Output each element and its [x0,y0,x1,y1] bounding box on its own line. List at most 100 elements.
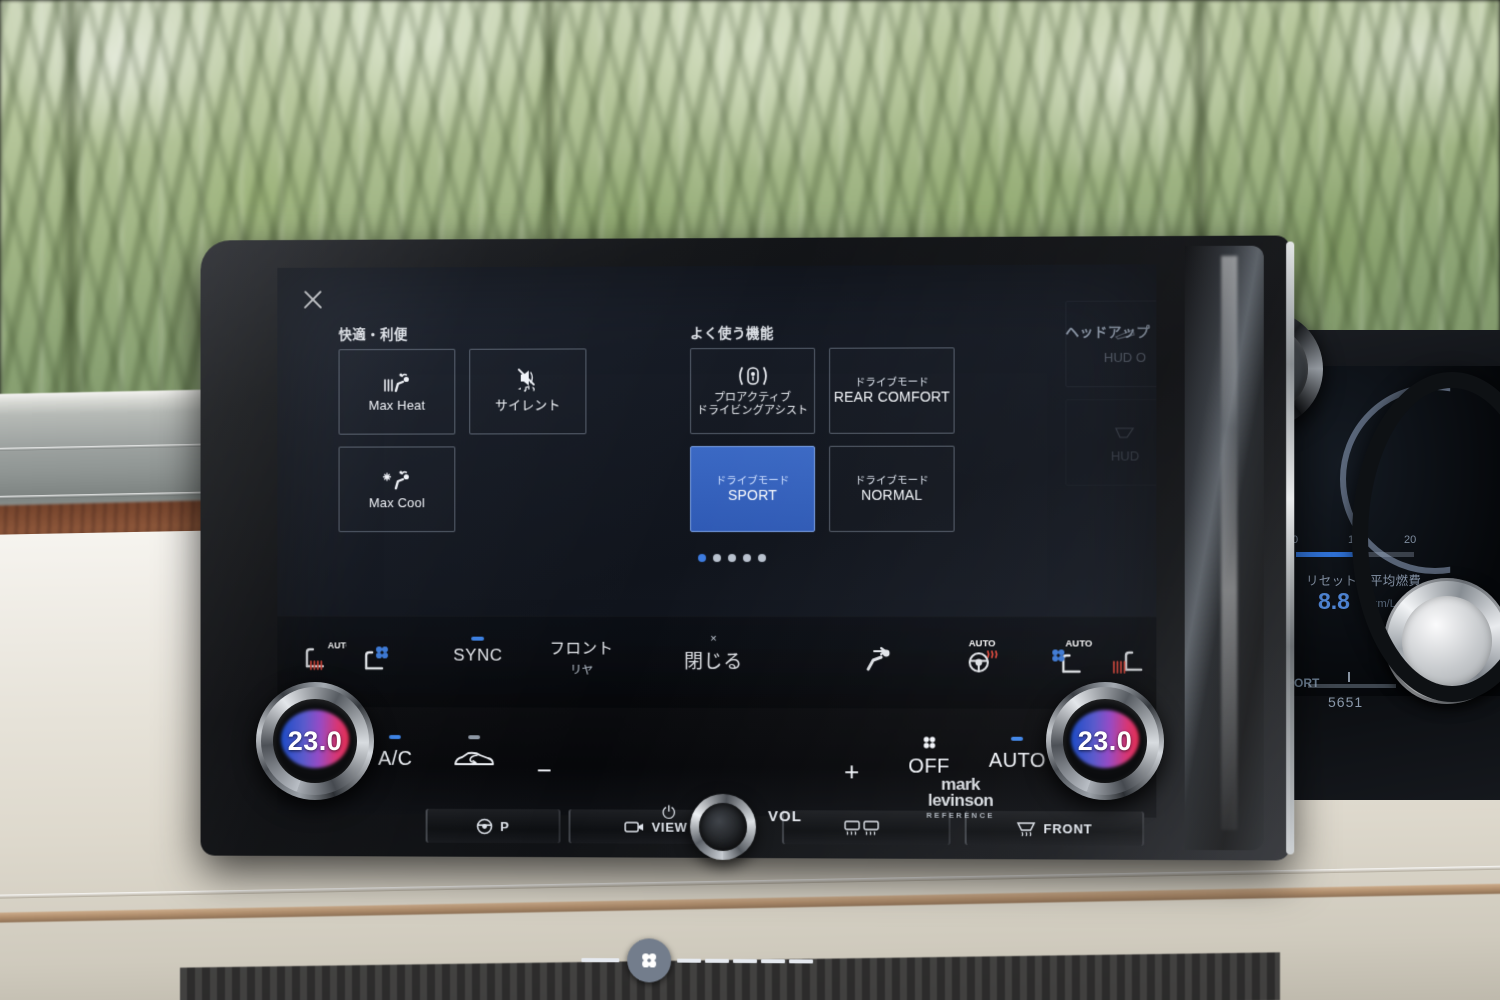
steering-p-icon [476,817,493,834]
mark-levinson-logo: mark levinson REFERENCE [926,775,995,821]
tile-max-cool[interactable]: Max Cool [338,446,456,533]
fan-seg-track-left [581,958,620,963]
fan-increase-button[interactable]: + [844,756,860,787]
tile-label: プロアクティブ ドライビングアシスト [696,391,809,417]
fan-plus-label: + [844,756,860,787]
svg-text:AUTO: AUTO [328,640,347,650]
section-title-frequent: よく使う機能 [690,325,775,342]
infotainment-display: 快適・利便 Max Heat サイレント Max Cool よく使う機能 プロア… [277,264,1157,709]
tile-drive-mode-normal[interactable]: ドライブモード NORMAL [829,445,955,532]
frequent-tile-grid: プロアクティブ ドライビングアシスト ドライブモード REAR COMFORT … [690,347,955,533]
tile-label: HUD O [1103,349,1147,366]
brand-line-2: levinson [927,790,994,811]
page-dot-3[interactable] [728,553,737,562]
page-indicator-dots[interactable] [698,553,766,563]
passenger-seat-heater-button[interactable] [1108,644,1148,676]
tile-hud-settings[interactable]: HUD [1065,399,1157,486]
brand-line-3: REFERENCE [926,810,995,821]
tile-label: REAR COMFORT [833,388,950,406]
volume-label: VOL [768,808,802,826]
svg-text:AUTO: AUTO [1065,638,1092,649]
close-panel-button[interactable]: × 閉じる [684,633,743,674]
sync-button[interactable]: SYNC [453,636,503,666]
fan-decrease-button[interactable]: − [537,755,552,786]
tile-drive-mode-rear-comfort[interactable]: ドライブモード REAR COMFORT [829,347,955,434]
park-label: P [500,818,510,834]
seat-heater-icon [380,371,414,393]
page-dot-4[interactable] [742,554,751,563]
car-recirculate-icon [451,748,497,770]
close-label: 閉じる [684,651,743,674]
recirculate-led-indicator [468,735,481,740]
section-title-comfort: 快適・利便 [338,327,408,343]
driver-seat-ventilation-button[interactable] [360,642,400,672]
steering-heater-button[interactable]: AUTO [961,635,1007,675]
seat-cooler-icon [380,468,414,490]
close-x-icon[interactable] [299,286,327,314]
page-dot-5[interactable] [757,554,766,563]
passenger-temperature-knob[interactable]: 23.0 [1046,682,1164,800]
tree-trunk [60,0,82,420]
fan-seg-2 [705,958,730,963]
comfort-tile-grid: Max Heat サイレント Max Cool [338,348,587,533]
power-symbol-icon[interactable]: ⏻ [662,804,675,824]
hud-icon [1113,421,1137,443]
page-dot-1[interactable] [698,553,707,562]
airflow-person-icon [864,643,890,673]
passenger-temp-value: 23.0 [1077,725,1133,756]
tile-silent[interactable]: サイレント [469,348,587,435]
svg-text:AUTO: AUTO [969,638,996,649]
fan-icon [642,953,657,968]
fan-seg-1 [677,958,702,963]
seat-fan-icon [360,646,389,672]
airflow-mode-button[interactable] [864,643,902,673]
seat-fan-icon: AUTO [1052,638,1092,675]
rear-label: リヤ [570,664,594,677]
park-button[interactable]: P [425,808,561,844]
driver-temp-display: 23.0 [273,699,357,783]
passenger-seat-ventilation-button[interactable]: AUTO [1047,635,1093,675]
ac-led-indicator [389,735,402,740]
climate-off-button[interactable]: OFF [908,734,950,778]
steering-heat-icon: AUTO [961,638,1007,675]
tile-label: HUD [1110,448,1140,464]
ac-label: A/C [378,747,413,770]
tile-max-heat[interactable]: Max Heat [338,348,456,435]
tile-label: Max Heat [368,397,426,413]
tile-sublabel: ドライブモード [715,474,790,487]
tile-label: サイレント [494,397,561,413]
front-rear-airflow-button[interactable]: フロント リヤ [550,637,614,678]
driver-temperature-knob[interactable]: 23.0 [256,682,374,800]
rear-defogger-icon [843,819,883,835]
sync-indicator [471,636,485,641]
fan-speed-slider[interactable] [581,938,817,983]
recirculate-button[interactable] [451,735,497,770]
page-dot-2[interactable] [713,553,722,562]
driver-temp-value: 23.0 [287,725,343,756]
mute-silent-icon [508,370,548,392]
climate-touch-bar: AUTO SYNC フロント リヤ × 閉じる AUTO AUTO [277,615,1157,709]
fan-seg-5 [789,959,814,964]
tile-sublabel: ドライブモード [854,474,929,487]
proactive-assist-icon [733,364,773,386]
hud-icon [1113,323,1137,345]
seat-heat-icon [1108,644,1148,676]
tile-proactive-driving-assist[interactable]: プロアクティブ ドライビングアシスト [690,347,816,435]
econ-bar-fill [1296,552,1356,557]
sync-label: SYNC [453,645,503,665]
climate-auto-button[interactable]: AUTO [989,736,1046,773]
front-label: フロント [549,640,614,658]
fan-icon [923,736,935,749]
fan-seg-4 [760,959,786,964]
fuel-gauge-track [1308,684,1396,688]
ac-button[interactable]: A/C [378,735,412,771]
fan-seg-3 [733,958,757,964]
tile-drive-mode-sport[interactable]: ドライブモード SPORT [690,445,816,533]
fan-slider-thumb[interactable] [627,938,672,983]
driver-seat-heater-button[interactable]: AUTO [301,638,346,672]
camera-view-icon [625,820,644,834]
auto-led-indicator [1011,736,1024,741]
tile-hud-on[interactable]: HUD O [1065,300,1157,388]
rear-defogger-button[interactable] [782,810,951,845]
volume-knob[interactable] [690,793,756,861]
